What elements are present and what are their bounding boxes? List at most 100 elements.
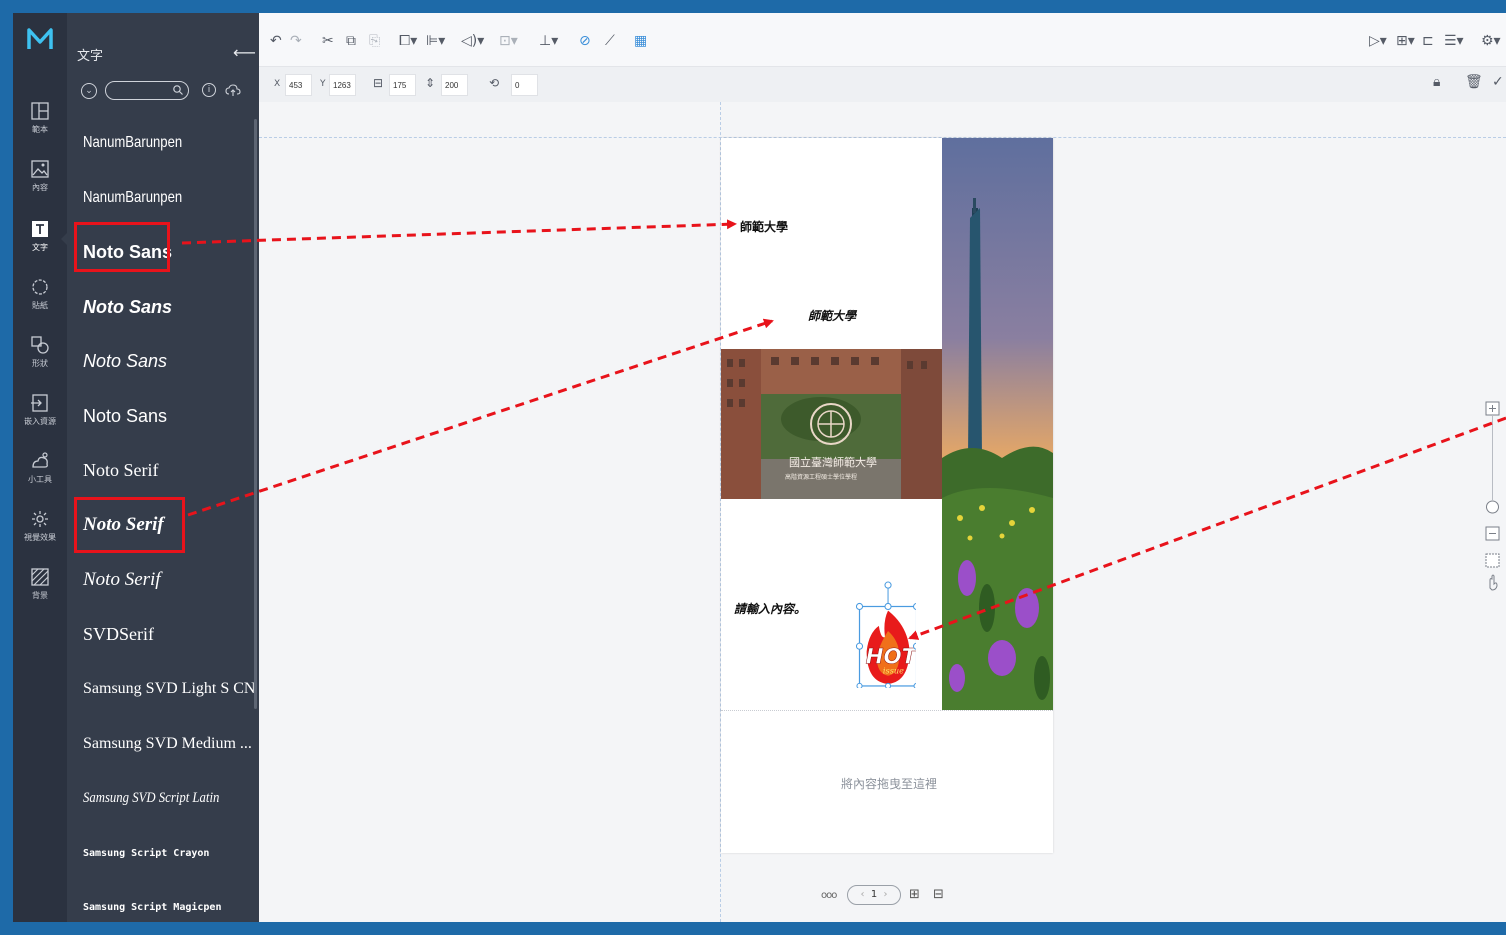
ruler-icon[interactable]: ⟋ [605, 32, 615, 50]
rail-label: 形狀 [32, 359, 48, 368]
page-section-divider [721, 710, 1053, 711]
effects-icon [32, 511, 48, 527]
x-input[interactable] [285, 74, 312, 96]
add-page-icon[interactable]: ⊞ [909, 887, 920, 902]
font-item[interactable]: SVDSerif [67, 607, 259, 662]
font-panel: 文字 ⟵ ⌄ i NanumBarunpen NanumBarunpen Not… [67, 13, 259, 922]
rail-label: 內容 [32, 183, 48, 192]
next-page-icon[interactable]: › [880, 889, 888, 900]
rail-label: 文字 [32, 243, 48, 252]
font-item-label: Noto Sans [83, 296, 173, 317]
prev-page-icon[interactable]: ‹ [860, 889, 867, 900]
campus-image[interactable]: 國立臺灣師範大學 高階資源工程碩士學位學程 [721, 349, 942, 499]
search-icon[interactable] [172, 84, 184, 96]
info-icon[interactable]: i [202, 83, 216, 97]
page-overview-icon[interactable]: ooo [821, 890, 837, 901]
redo-icon[interactable]: ↷ [290, 32, 302, 50]
rotation-input[interactable] [511, 74, 538, 96]
font-item[interactable]: Samsung Script Magicpen [67, 880, 259, 935]
template-icon [31, 102, 49, 120]
campus-caption: 國立臺灣師範大學 [789, 455, 877, 469]
layer-order-icon[interactable]: ⧠▾ [399, 32, 417, 50]
font-item[interactable]: Noto Sans [67, 389, 259, 444]
campus-subcaption: 高階資源工程碩士學位學程 [785, 473, 857, 481]
left-rail: 範本 內容 文字 貼紙 形狀 嵌入資源 小工具 視覺效果 背景 [13, 13, 67, 922]
folder-icon[interactable]: ⊏ [1422, 32, 1434, 50]
group-icon[interactable]: ⊡▾ [499, 32, 518, 50]
text-box-noto-sans[interactable]: 師範大學 [740, 218, 788, 235]
drop-zone-hint: 將內容拖曳至這裡 [841, 777, 938, 791]
hot-sticker[interactable]: HOT issue [856, 580, 916, 688]
page-number: 1 [870, 889, 878, 900]
page-navigator: ooo ‹ 1 › ⊞ ⊟ [821, 885, 961, 907]
cut-icon[interactable]: ✂ [322, 32, 334, 50]
font-item[interactable]: Noto Serif [67, 553, 259, 608]
rail-item-widget[interactable]: 小工具 [13, 451, 67, 507]
font-item[interactable]: Noto Sans [67, 280, 259, 335]
font-item[interactable]: Samsung SVD Light S CN [67, 662, 259, 717]
highlight-box-noto-sans [74, 222, 170, 272]
rail-item-sticker[interactable]: 貼紙 [13, 277, 67, 333]
y-input[interactable] [329, 74, 356, 96]
font-item[interactable]: Samsung SVD Medium ... [67, 717, 259, 772]
text-icon [32, 221, 48, 237]
highlight-box-noto-serif [74, 497, 185, 553]
rail-item-background[interactable]: 背景 [13, 567, 67, 623]
hierarchy-icon[interactable]: ⊥▾ [539, 32, 558, 50]
zoom-controls[interactable] [1485, 400, 1501, 600]
rail-item-embed[interactable]: 嵌入資源 [13, 393, 67, 449]
rail-label: 嵌入資源 [24, 417, 56, 426]
font-item[interactable]: Samsung SVD Script Latin [67, 771, 259, 826]
width-input[interactable] [389, 74, 416, 96]
play-icon[interactable]: ▷▾ [1369, 32, 1387, 50]
text-box-noto-serif[interactable]: 師範大學 [808, 307, 856, 324]
font-item-label: NanumBarunpen [83, 188, 183, 206]
y-label: Y [320, 79, 326, 89]
link-icon[interactable]: ⊘ [579, 32, 591, 50]
audio-icon[interactable]: ◁)▾ [461, 32, 484, 50]
panel-title: 文字 [77, 49, 104, 64]
rail-label: 範本 [32, 125, 48, 134]
rail-item-text[interactable]: 文字 [13, 219, 67, 275]
copy-icon[interactable]: ⧉ [346, 32, 356, 50]
taipei-tower-image[interactable] [942, 138, 1053, 710]
trash-icon[interactable]: 🗑︎ [1465, 74, 1483, 90]
x-label: X [274, 79, 281, 89]
rail-label: 貼紙 [32, 301, 48, 310]
grid-layout-icon[interactable]: ▦ [634, 32, 647, 50]
arrow-left-icon[interactable]: ⟵ [233, 43, 256, 62]
rail-item-template[interactable]: 範本 [13, 101, 67, 157]
background-icon [31, 568, 49, 586]
align-icon[interactable]: ⊫▾ [426, 32, 445, 50]
font-item-label: Noto Sans [83, 405, 168, 426]
check-icon[interactable]: ✓ [1492, 74, 1504, 90]
width-icon: ⊟ [373, 76, 384, 90]
rail-item-shape[interactable]: 形狀 [13, 335, 67, 391]
app-logo-icon [26, 27, 54, 51]
rail-item-content[interactable]: 內容 [13, 159, 67, 215]
rail-item-effects[interactable]: 視覺效果 [13, 509, 67, 565]
lock-icon[interactable]: 🔒︎ [1433, 74, 1440, 90]
font-item[interactable]: Noto Serif [67, 444, 259, 499]
add-page-icon[interactable]: ⊞▾ [1396, 32, 1415, 50]
paste-icon[interactable]: ⎘ [369, 32, 380, 50]
delete-page-icon[interactable]: ⊟ [933, 887, 944, 902]
font-item-label: Samsung SVD Light S CN [83, 680, 256, 698]
font-item[interactable]: Samsung Script Crayon [67, 826, 259, 881]
undo-icon[interactable]: ↶ [270, 32, 282, 50]
height-input[interactable] [441, 74, 468, 96]
panel-scrollbar[interactable] [254, 119, 257, 709]
gear-icon[interactable]: ⚙▾ [1481, 32, 1501, 50]
font-item[interactable]: Noto Sans [67, 334, 259, 389]
shape-icon [31, 336, 49, 354]
font-item[interactable]: NanumBarunpen [67, 171, 259, 226]
image-icon [31, 160, 49, 178]
font-item-label: Samsung SVD Script Latin [83, 789, 220, 806]
font-item[interactable]: NanumBarunpen [67, 116, 259, 171]
document-icon[interactable]: ☰▾ [1444, 32, 1464, 50]
chevron-down-icon[interactable]: ⌄ [81, 83, 97, 99]
text-box-placeholder[interactable]: 請輸入內容。 [734, 600, 806, 617]
height-icon: ⇕ [425, 76, 436, 90]
cloud-upload-icon[interactable] [225, 83, 241, 97]
page-number-control[interactable]: ‹ 1 › [847, 885, 901, 905]
